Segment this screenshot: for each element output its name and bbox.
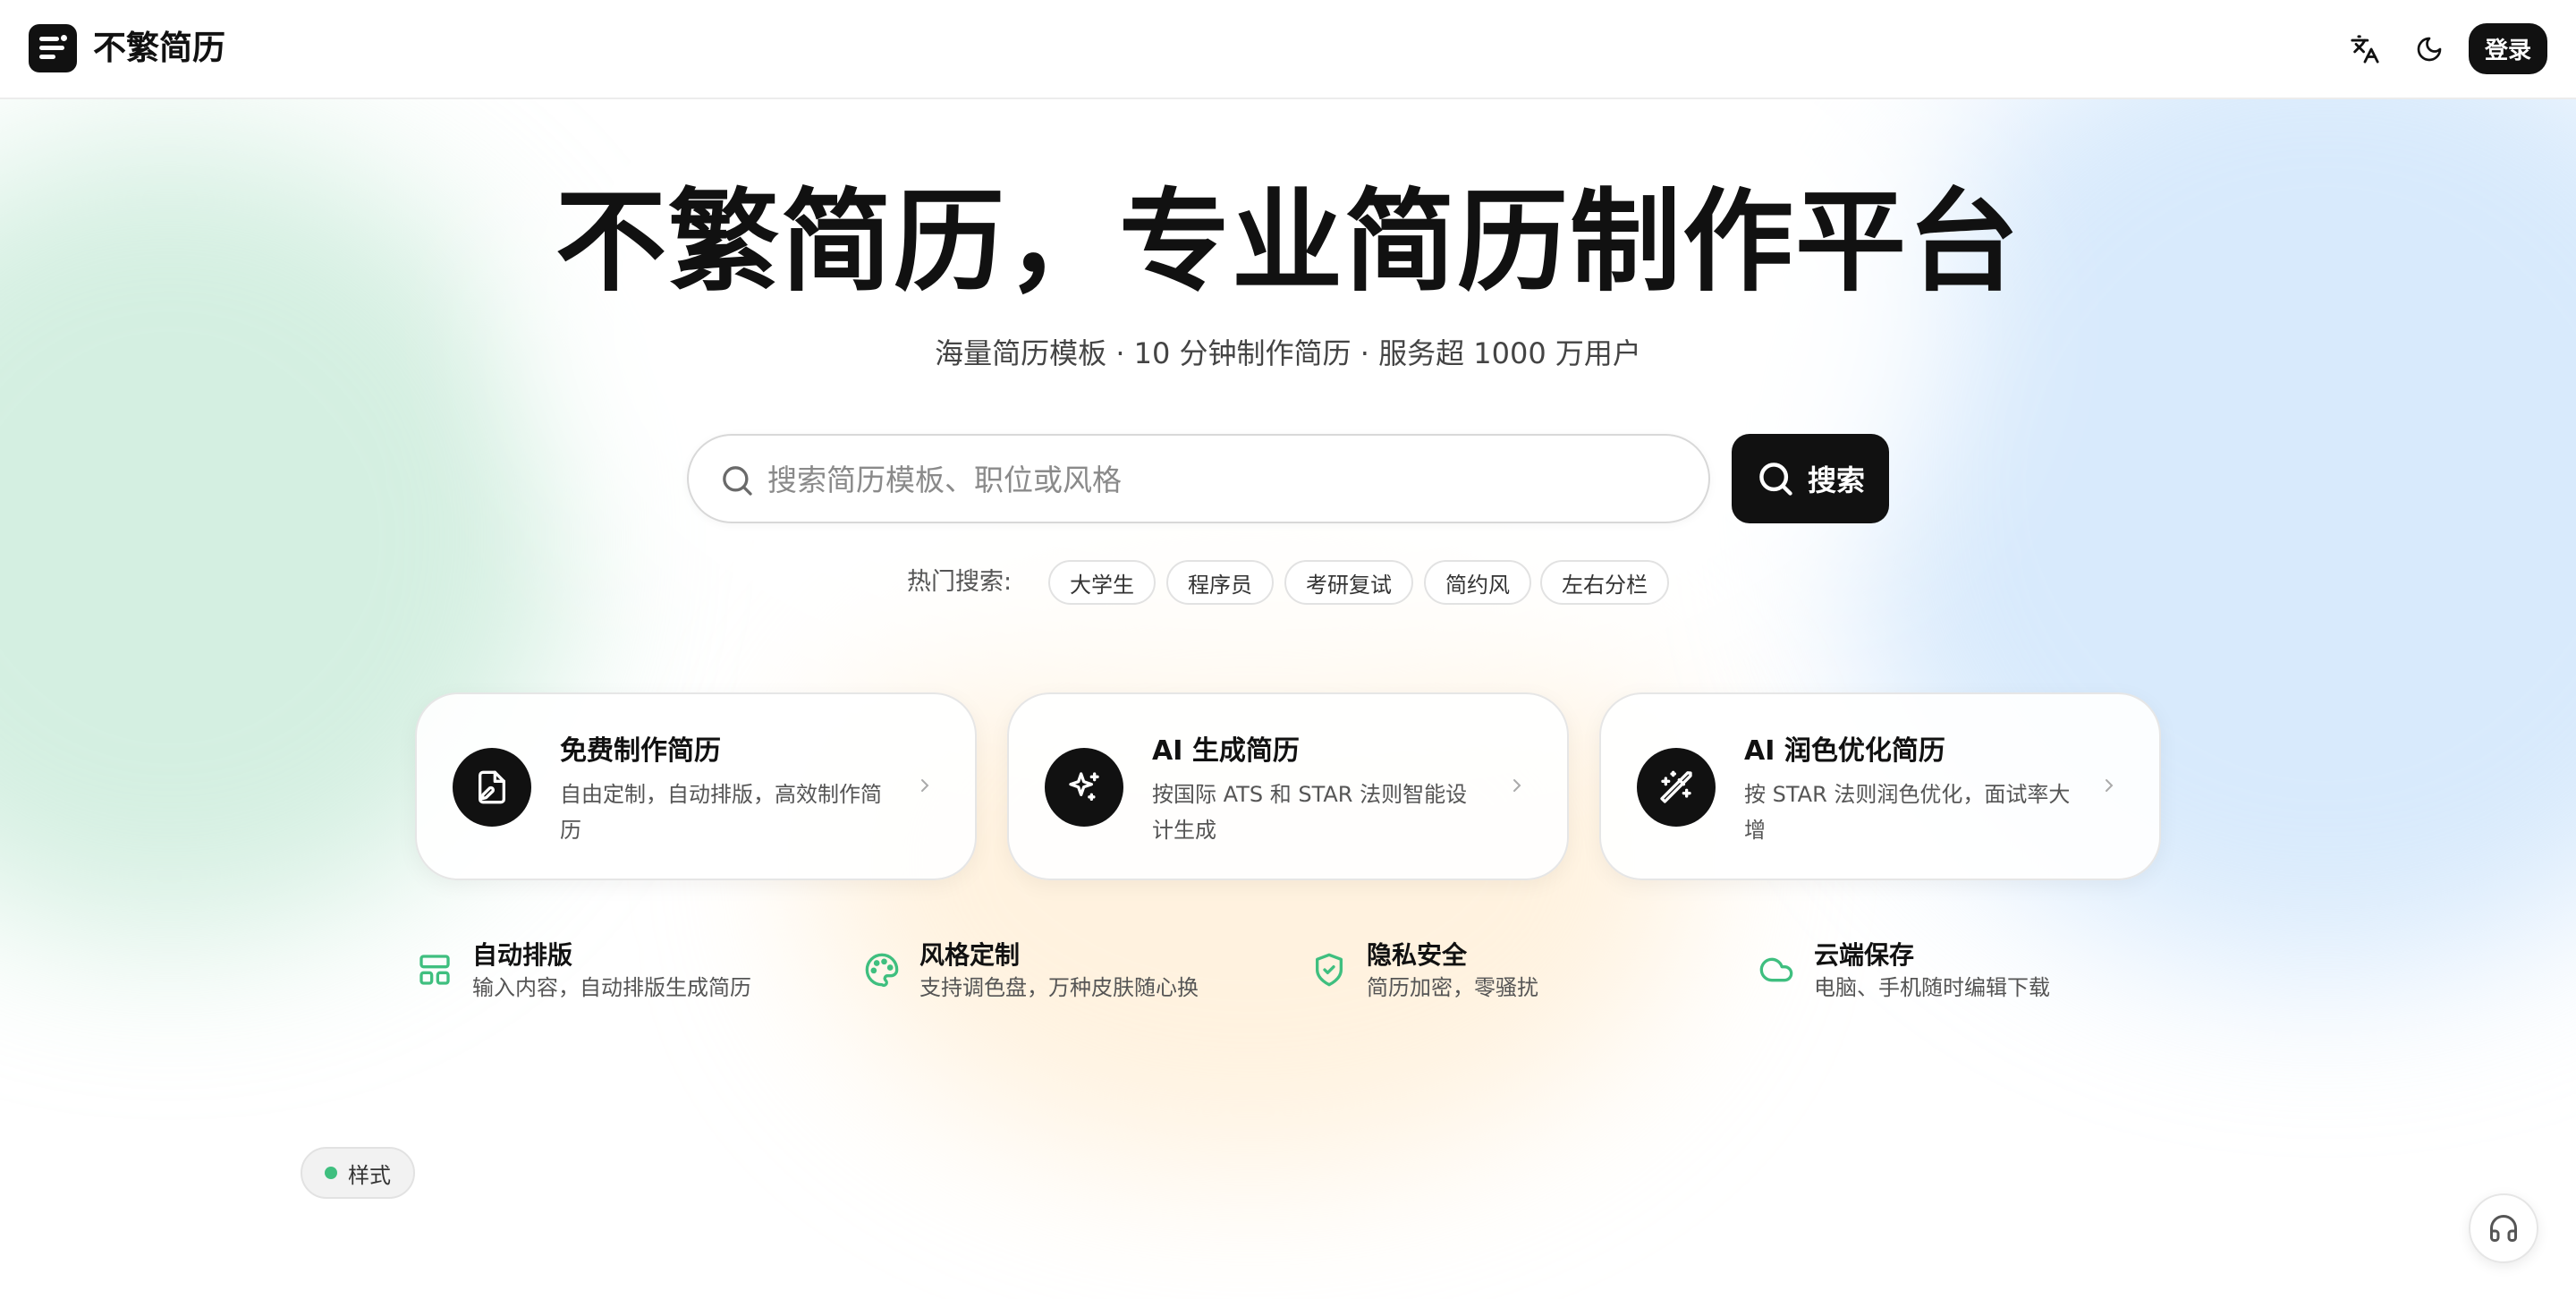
style-badge[interactable]: 样式: [301, 1147, 415, 1199]
card-title: AI 生成简历: [1152, 735, 1300, 767]
card-free-resume[interactable]: 免费制作简历 自由定制，自动排版，高效制作简历: [415, 692, 977, 880]
feature-title: 隐私安全: [1367, 940, 1468, 970]
feature-desc: 电脑、手机随时编辑下载: [1814, 975, 2050, 1000]
card-ai-polish[interactable]: AI 润色优化简历 按 STAR 法则润色优化，面试率大增: [1599, 692, 2161, 880]
hot-tag[interactable]: 考研复试: [1284, 560, 1413, 605]
card-title: AI 润色优化简历: [1744, 735, 1945, 767]
card-desc: 按 STAR 法则润色优化，面试率大增: [1744, 782, 2071, 843]
search-icon: [1759, 463, 1792, 496]
translate-icon[interactable]: [2345, 30, 2385, 69]
chevron-right-icon: [1506, 773, 1528, 802]
layout-icon: [417, 952, 453, 988]
shield-check-icon: [1311, 952, 1347, 988]
hero-title: 不繁简历，专业简历制作平台: [555, 177, 2021, 307]
hero-subtitle: 海量简历模板 · 10 分钟制作简历 · 服务超 1000 万用户: [935, 336, 1641, 370]
card-desc: 自由定制，自动排版，高效制作简历: [560, 782, 882, 843]
top-nav: 不繁简历 登录: [0, 0, 2576, 99]
brand-name[interactable]: 不繁简历: [93, 27, 225, 70]
card-ai-generate[interactable]: AI 生成简历 按国际 ATS 和 STAR 法则智能设计生成: [1007, 692, 1569, 880]
feature-desc: 支持调色盘，万种皮肤随心换: [919, 975, 1199, 1000]
chevron-right-icon: [914, 773, 936, 802]
feature-title: 风格定制: [919, 940, 1021, 970]
file-edit-icon: [453, 748, 531, 827]
card-desc: 按国际 ATS 和 STAR 法则智能设计生成: [1152, 782, 1468, 843]
search-button[interactable]: 搜索: [1732, 434, 1889, 523]
search-icon: [719, 463, 755, 502]
login-button[interactable]: 登录: [2469, 23, 2547, 74]
feature-title: 自动排版: [472, 940, 573, 970]
hot-tag[interactable]: 大学生: [1048, 560, 1156, 605]
search-button-label: 搜索: [1807, 463, 1865, 497]
support-button[interactable]: [2469, 1193, 2538, 1263]
card-title: 免费制作简历: [560, 735, 721, 767]
search-box: [687, 434, 1710, 523]
magic-wand-icon: [1637, 748, 1716, 827]
hot-search-label: 热门搜索:: [907, 568, 1013, 596]
hot-tag[interactable]: 左右分栏: [1540, 560, 1669, 605]
logo-icon[interactable]: [29, 24, 77, 72]
feature-desc: 输入内容，自动排版生成简历: [472, 975, 751, 1000]
moon-icon[interactable]: [2410, 30, 2449, 69]
cloud-icon: [1758, 952, 1794, 988]
chevron-right-icon: [2098, 773, 2120, 802]
headset-icon: [2490, 1215, 2517, 1242]
style-badge-label: 样式: [348, 1162, 391, 1188]
search-input[interactable]: [767, 452, 1680, 507]
feature-desc: 简历加密，零骚扰: [1367, 975, 1538, 1000]
feature-title: 云端保存: [1814, 940, 1915, 970]
sparkles-icon: [1045, 748, 1123, 827]
hot-tag[interactable]: 简约风: [1424, 560, 1531, 605]
hot-tag[interactable]: 程序员: [1166, 560, 1274, 605]
palette-icon: [864, 952, 900, 988]
status-dot-icon: [325, 1167, 337, 1179]
